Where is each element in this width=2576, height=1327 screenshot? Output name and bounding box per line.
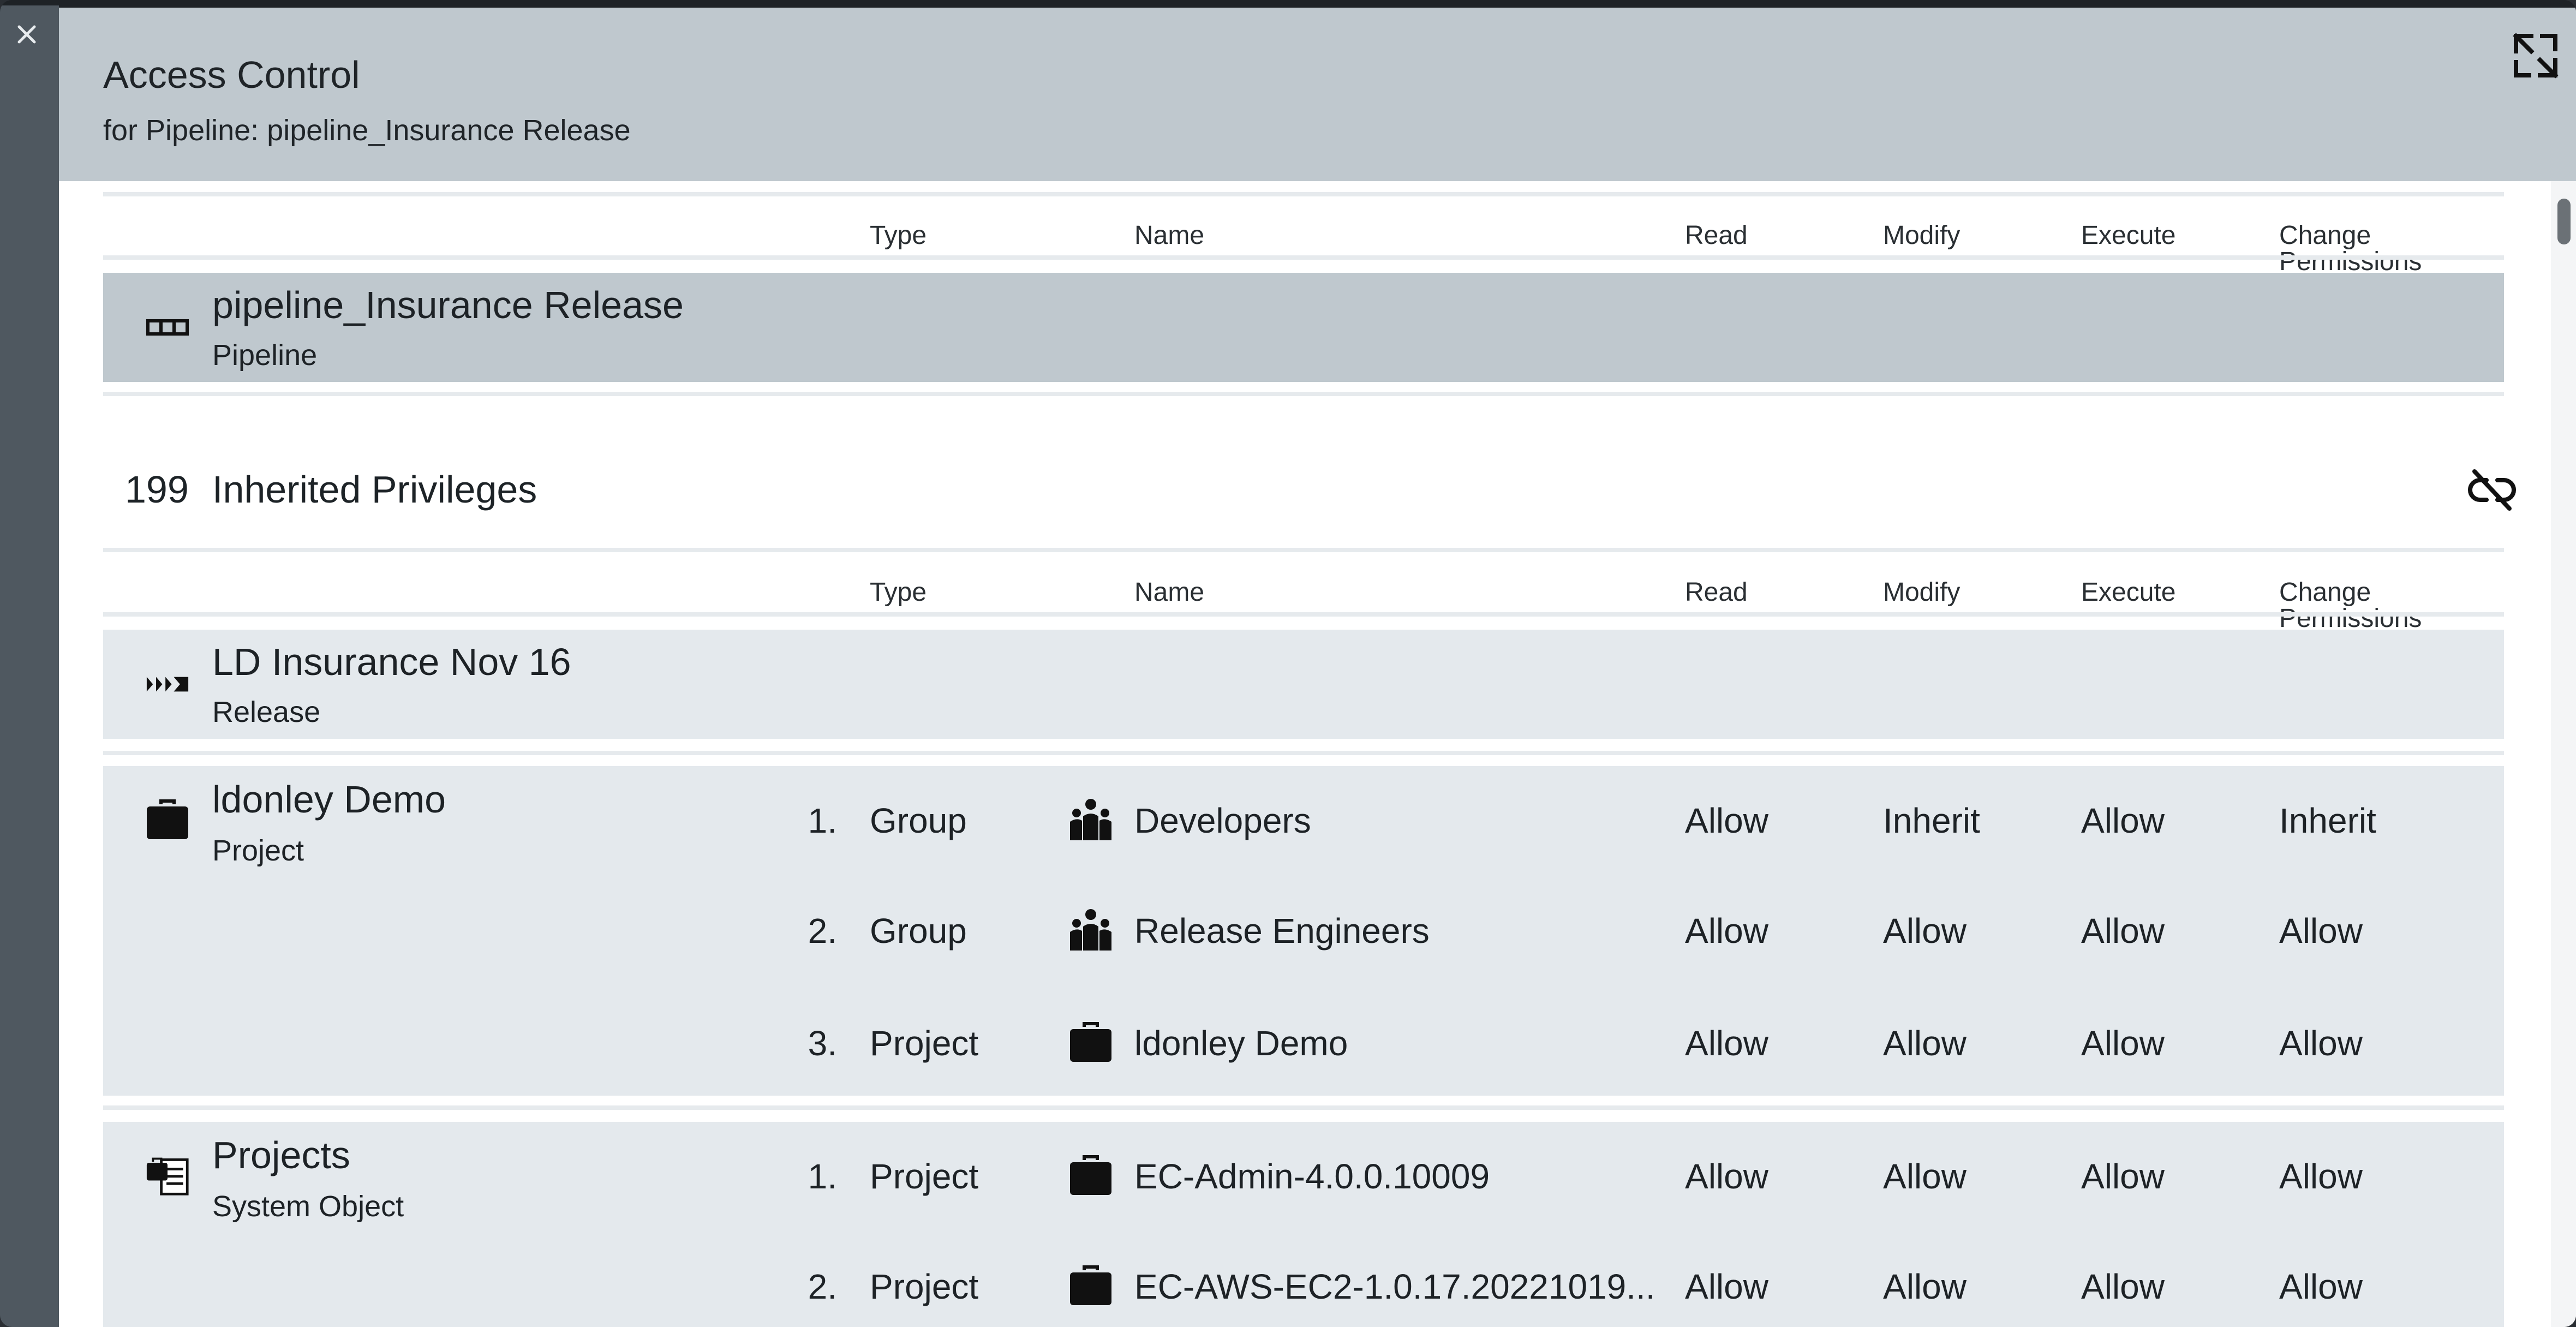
row-type: Project xyxy=(870,1157,979,1196)
row-type: Project xyxy=(870,1024,979,1063)
system-object-block: Projects System Object 1. Project EC-Adm… xyxy=(103,1122,2504,1327)
release-type: Release xyxy=(212,696,321,728)
row-execute: Allow xyxy=(2081,1267,2165,1306)
row-change-permissions: Allow xyxy=(2279,1157,2363,1196)
briefcase-icon xyxy=(1068,1152,1114,1198)
scroll-thumb[interactable] xyxy=(2557,199,2571,244)
divider xyxy=(103,612,2504,617)
object-row: pipeline_Insurance Release Pipeline xyxy=(103,273,2504,382)
row-modify: Inherit xyxy=(1883,801,1980,840)
column-header-modify: Modify xyxy=(1883,221,1961,250)
dialog-content: Type Name Read Modify Execute Change Per… xyxy=(103,181,2516,1327)
row-modify: Allow xyxy=(1883,1024,1967,1063)
row-number: 1. xyxy=(808,801,837,840)
row-name[interactable]: Release Engineers xyxy=(1134,913,1430,948)
row-change-permissions: Allow xyxy=(2279,1024,2363,1063)
row-name[interactable]: ldonley Demo xyxy=(1134,1026,1348,1061)
system-object-name: Projects xyxy=(212,1134,350,1176)
row-read: Allow xyxy=(1685,801,1768,840)
row-type: Group xyxy=(870,911,967,951)
inherited-count: 199 xyxy=(125,468,189,511)
row-modify: Allow xyxy=(1883,911,1967,951)
divider xyxy=(103,255,2504,260)
row-number: 3. xyxy=(808,1024,837,1063)
row-name[interactable]: EC-AWS-EC2-1.0.17.20221019... xyxy=(1134,1269,1655,1304)
row-modify: Allow xyxy=(1883,1267,1967,1306)
row-change-permissions: Allow xyxy=(2279,911,2363,951)
briefcase-icon xyxy=(1068,1263,1114,1308)
row-number: 1. xyxy=(808,1157,837,1196)
group-icon xyxy=(1068,907,1114,953)
row-change-permissions: Allow xyxy=(2279,1267,2363,1306)
project-block: ldonley Demo Project 1. Group Developers… xyxy=(103,766,2504,1096)
object-type: Pipeline xyxy=(212,339,318,372)
row-execute: Allow xyxy=(2081,1157,2165,1196)
divider xyxy=(103,392,2504,396)
dialog-title: Access Control xyxy=(103,53,360,96)
window-frame: Access Control for Pipeline: pipeline_In… xyxy=(0,0,2576,1327)
release-name: LD Insurance Nov 16 xyxy=(212,641,571,683)
expand-button[interactable] xyxy=(2506,26,2565,85)
briefcase-icon xyxy=(146,798,189,841)
row-read: Allow xyxy=(1685,1024,1768,1063)
close-button[interactable] xyxy=(8,15,46,53)
backdrop-strip xyxy=(0,5,59,1327)
column-header-execute: Execute xyxy=(2081,578,2176,607)
unlink-icon xyxy=(2468,469,2516,511)
row-type: Group xyxy=(870,801,967,840)
unlink-button[interactable] xyxy=(2466,464,2518,516)
row-change-permissions: Inherit xyxy=(2279,801,2376,840)
divider xyxy=(103,548,2504,552)
access-control-dialog: Access Control for Pipeline: pipeline_In… xyxy=(59,8,2576,1327)
row-number: 2. xyxy=(808,911,837,951)
dialog-subtitle: for Pipeline: pipeline_Insurance Release xyxy=(103,114,631,147)
divider xyxy=(103,1105,2504,1110)
column-header-read: Read xyxy=(1685,578,1748,607)
column-header-name: Name xyxy=(1134,578,1205,607)
dialog-header: Access Control for Pipeline: pipeline_In… xyxy=(59,8,2576,181)
close-icon xyxy=(17,25,36,44)
column-header-read: Read xyxy=(1685,221,1748,250)
expand-icon xyxy=(2513,33,2559,79)
row-execute: Allow xyxy=(2081,1024,2165,1063)
row-number: 2. xyxy=(808,1267,837,1306)
row-modify: Allow xyxy=(1883,1157,1967,1196)
object-name: pipeline_Insurance Release xyxy=(212,284,684,326)
release-row: LD Insurance Nov 16 Release xyxy=(103,630,2504,739)
system-object-icon xyxy=(146,1153,189,1197)
column-header-type: Type xyxy=(870,221,927,250)
column-header-change-permissions: Change Permissions xyxy=(2279,578,2422,633)
row-execute: Allow xyxy=(2081,801,2165,840)
system-object-type: System Object xyxy=(212,1190,404,1223)
row-name[interactable]: Developers xyxy=(1134,803,1311,838)
project-name: ldonley Demo xyxy=(212,778,446,821)
pipeline-icon xyxy=(146,306,189,349)
scrollbar[interactable] xyxy=(2551,181,2576,1327)
row-type: Project xyxy=(870,1267,979,1306)
row-read: Allow xyxy=(1685,1157,1768,1196)
divider xyxy=(103,192,2504,196)
inherited-label: Inherited Privileges xyxy=(212,468,537,511)
column-header-execute: Execute xyxy=(2081,221,2176,250)
row-read: Allow xyxy=(1685,911,1768,951)
column-header-type: Type xyxy=(870,578,927,607)
project-type: Project xyxy=(212,834,304,867)
release-icon xyxy=(146,662,189,706)
row-execute: Allow xyxy=(2081,911,2165,951)
briefcase-icon xyxy=(1068,1019,1114,1065)
column-header-modify: Modify xyxy=(1883,578,1961,607)
divider xyxy=(103,751,2504,755)
row-name[interactable]: EC-Admin-4.0.0.10009 xyxy=(1134,1159,1490,1194)
row-read: Allow xyxy=(1685,1267,1768,1306)
column-header-name: Name xyxy=(1134,221,1205,250)
group-icon xyxy=(1068,797,1114,842)
column-header-change-permissions: Change Permissions xyxy=(2279,221,2422,276)
